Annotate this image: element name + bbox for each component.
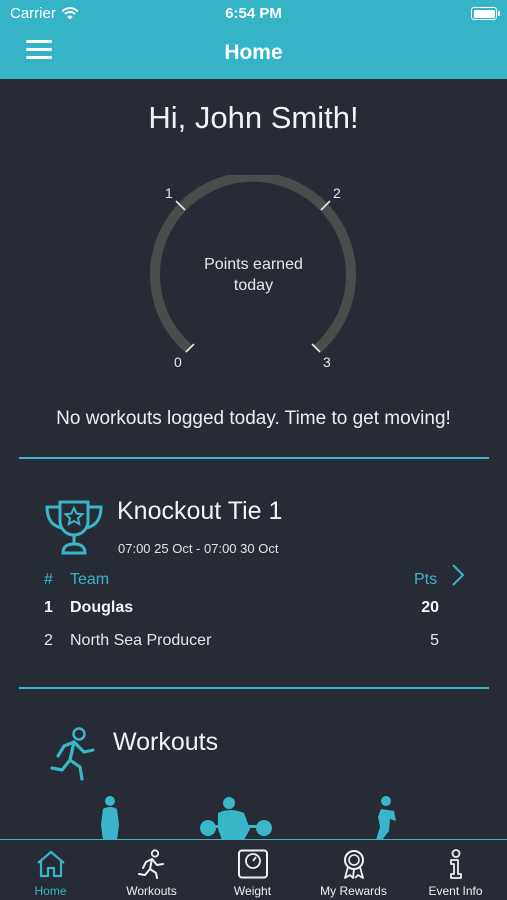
knockout-dates: 07:00 25 Oct - 07:00 30 Oct [118, 541, 279, 556]
home-icon [36, 850, 65, 878]
gauge-tick-label-1: 1 [165, 185, 173, 201]
row-points: 20 [421, 599, 439, 616]
tab-event-info[interactable]: Event Info [405, 840, 506, 900]
runner-figure-icon [376, 796, 396, 840]
tab-weight[interactable]: Weight [202, 840, 303, 900]
gauge-label-line1: Points earned [204, 256, 303, 273]
runner-icon [50, 727, 95, 781]
tab-label: My Rewards [320, 884, 387, 898]
gauge-label-line2: today [233, 277, 274, 294]
walker-figure-icon [101, 796, 119, 840]
tab-bar: Home Workouts Weight My Rewards Event In… [0, 839, 507, 900]
table-header-team: Team [70, 571, 110, 588]
row-points: 5 [430, 632, 439, 649]
no-workouts-message: No workouts logged today. Time to get mo… [56, 408, 451, 429]
info-icon [449, 849, 462, 879]
section-divider [19, 687, 489, 689]
trophy-icon [45, 500, 103, 555]
knockout-title: Knockout Tie 1 [117, 497, 283, 525]
rewards-icon [343, 850, 364, 879]
row-team: Douglas [70, 599, 134, 616]
page-title: Home [224, 41, 283, 64]
workouts-title: Workouts [113, 728, 219, 756]
row-rank: 2 [44, 632, 53, 649]
greeting: Hi, John Smith! [148, 100, 359, 135]
tab-label: Home [34, 884, 67, 898]
battery-icon [471, 7, 500, 20]
gauge-label: Points earned today [0, 254, 507, 296]
weightlifter-figure-icon [200, 797, 272, 840]
nav-bar: Home [0, 28, 507, 79]
table-header-points: Pts [414, 571, 438, 588]
tab-label: Weight [233, 884, 272, 898]
scale-icon [237, 849, 268, 879]
tab-workouts[interactable]: Workouts [101, 840, 202, 900]
tab-label: Workouts [126, 884, 177, 898]
row-rank: 1 [44, 599, 53, 616]
gauge-tick-label-2: 2 [333, 185, 341, 201]
gauge-tick-label-3: 3 [323, 354, 331, 370]
workouts-icon [137, 849, 164, 879]
tab-label: Event Info [428, 884, 483, 898]
section-divider [19, 457, 489, 459]
table-header-rank: # [44, 571, 53, 588]
tab-my-rewards[interactable]: My Rewards [303, 840, 404, 900]
status-bar: Carrier 6:54 PM [0, 0, 507, 28]
gauge-tick-label-0: 0 [174, 354, 182, 370]
status-time: 6:54 PM [225, 5, 282, 22]
row-team: North Sea Producer [70, 632, 212, 649]
chevron-right-icon[interactable] [450, 563, 466, 587]
top-bar: Carrier 6:54 PM Home [0, 0, 507, 79]
tab-home[interactable]: Home [0, 840, 101, 900]
